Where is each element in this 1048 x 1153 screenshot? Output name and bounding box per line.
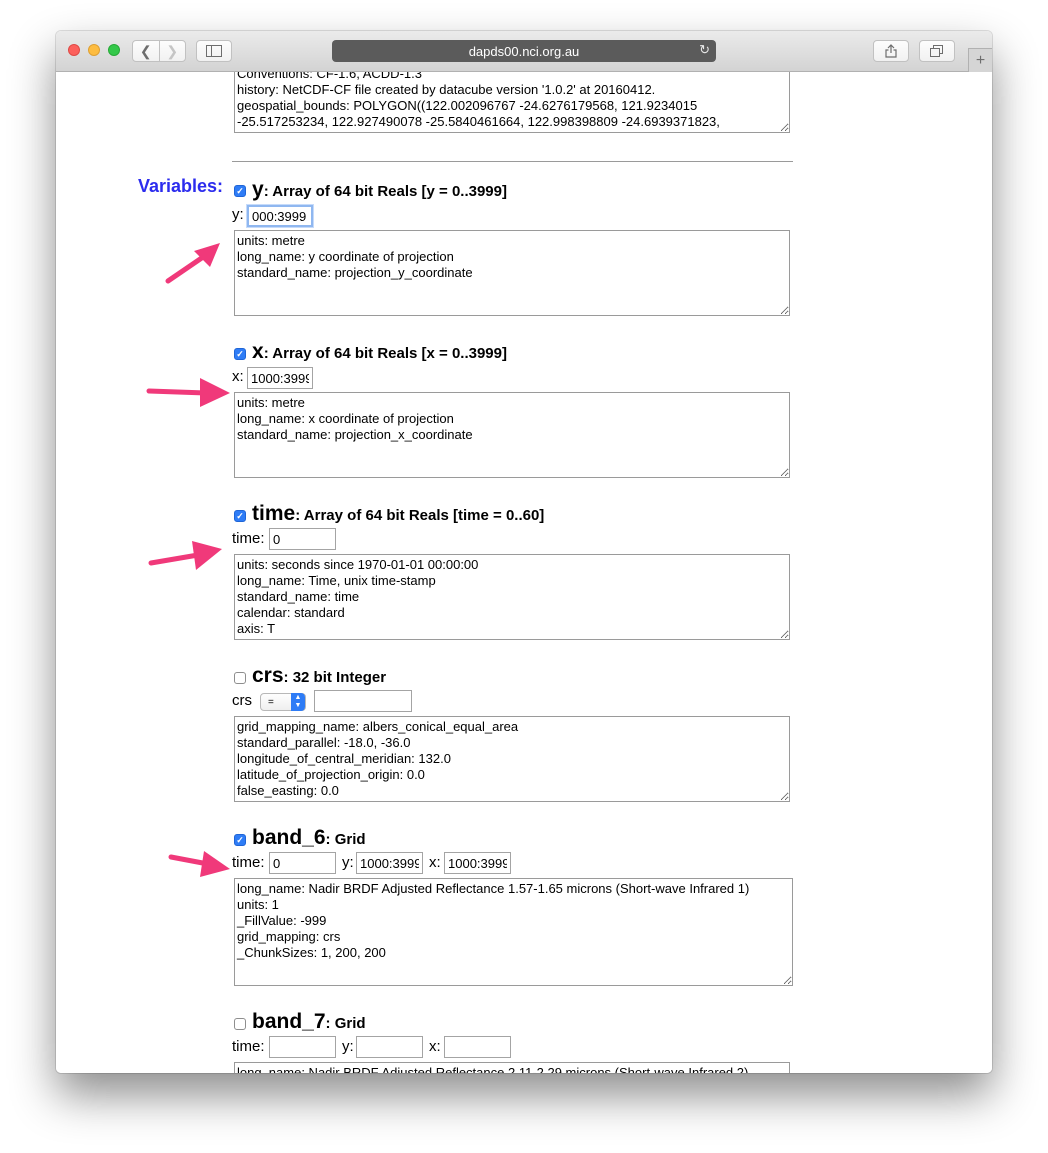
crs-value-input[interactable] [314, 690, 412, 712]
y-range-input[interactable] [247, 205, 313, 227]
minimize-window-button[interactable] [88, 44, 100, 56]
time-desc: : Array of 64 bit Reals [time = 0..60] [295, 507, 545, 524]
band-7-x-label: x: [429, 1038, 441, 1055]
address-bar[interactable]: dapds00.nci.org.au ↻ [332, 40, 716, 62]
crs-heading: crs: 32 bit Integer [252, 664, 386, 688]
time-attributes-textarea[interactable]: units: seconds since 1970-01-01 00:00:00… [234, 554, 790, 640]
global-attributes-textarea[interactable]: Conventions: CF-1.6, ACDD-1.3 history: N… [234, 72, 790, 133]
band-6-checkbox[interactable]: ✓ [234, 834, 246, 846]
tabs-icon [930, 45, 943, 57]
y-desc: : Array of 64 bit Reals [y = 0..3999] [263, 183, 507, 200]
divider [232, 161, 793, 162]
y-attributes-textarea[interactable]: units: metre long_name: y coordinate of … [234, 230, 790, 316]
band-6-y-input[interactable] [356, 852, 423, 874]
share-icon [885, 44, 897, 58]
y-name: y [252, 178, 264, 201]
band-6-y-label: y: [342, 854, 354, 871]
x-name: x [252, 340, 264, 363]
x-attributes-textarea[interactable]: units: metre long_name: x coordinate of … [234, 392, 790, 478]
band-7-y-input[interactable] [356, 1036, 423, 1058]
crs-checkbox[interactable] [234, 672, 246, 684]
forward-icon[interactable]: ❯ [160, 41, 186, 61]
sidebar-button[interactable] [196, 40, 232, 62]
crs-operator-select[interactable]: = ▲ ▼ [260, 693, 306, 711]
share-button[interactable] [873, 40, 909, 62]
browser-window: ❮ ❯ dapds00.nci.org.au ↻ + Conventions: … [56, 31, 992, 1073]
new-tab-button[interactable]: + [968, 48, 992, 72]
annotation-arrow-icon [146, 378, 230, 407]
y-field-label: y: [232, 206, 244, 223]
band-7-y-label: y: [342, 1038, 354, 1055]
band-7-x-input[interactable] [444, 1036, 511, 1058]
band-6-name: band_6 [252, 826, 326, 849]
band-7-attributes-textarea[interactable]: long_name: Nadir BRDF Adjusted Reflectan… [234, 1062, 790, 1073]
time-name: time [252, 502, 296, 525]
band-7-time-input[interactable] [269, 1036, 336, 1058]
x-desc: : Array of 64 bit Reals [x = 0..3999] [263, 345, 507, 362]
crs-operator-value: = [268, 696, 274, 708]
band-6-time-input[interactable] [269, 852, 336, 874]
url-text: dapds00.nci.org.au [468, 43, 580, 59]
band-6-x-input[interactable] [444, 852, 511, 874]
band-7-desc: : Grid [325, 1015, 366, 1032]
reload-icon[interactable]: ↻ [699, 42, 710, 58]
x-range-input[interactable] [247, 367, 313, 389]
band-7-checkbox[interactable] [234, 1018, 246, 1030]
band-7-name: band_7 [252, 1010, 326, 1033]
crs-name: crs [252, 664, 284, 687]
x-field-label: x: [232, 368, 244, 385]
annotation-arrow-icon [165, 243, 220, 284]
time-checkbox[interactable]: ✓ [234, 510, 246, 522]
tabs-overview-button[interactable] [919, 40, 955, 62]
back-icon[interactable]: ❮ [133, 41, 160, 61]
annotation-arrow-icon [168, 851, 230, 877]
plus-icon: + [975, 51, 986, 69]
crs-attributes-textarea[interactable]: grid_mapping_name: albers_conical_equal_… [234, 716, 790, 802]
close-window-button[interactable] [68, 44, 80, 56]
nav-buttons: ❮ ❯ [132, 40, 186, 62]
band-7-heading: band_7: Grid [252, 1010, 366, 1034]
page-content: Conventions: CF-1.6, ACDD-1.3 history: N… [56, 72, 992, 1073]
band-6-time-label: time: [232, 854, 265, 871]
band-6-x-label: x: [429, 854, 441, 871]
x-checkbox[interactable]: ✓ [234, 348, 246, 360]
band-6-heading: band_6: Grid [252, 826, 366, 850]
x-heading: x: Array of 64 bit Reals [x = 0..3999] [252, 340, 507, 364]
time-range-input[interactable] [269, 528, 336, 550]
variables-label: Variables: [138, 176, 224, 196]
time-field-label: time: [232, 530, 265, 547]
annotation-arrow-icon [148, 541, 222, 570]
band-6-desc: : Grid [325, 831, 366, 848]
time-heading: time: Array of 64 bit Reals [time = 0..6… [252, 502, 544, 526]
band-6-attributes-textarea[interactable]: long_name: Nadir BRDF Adjusted Reflectan… [234, 878, 793, 986]
crs-field-label: crs [232, 692, 252, 709]
crs-desc: : 32 bit Integer [283, 669, 387, 686]
sidebar-icon [206, 45, 222, 57]
title-bar: ❮ ❯ dapds00.nci.org.au ↻ + [56, 31, 992, 72]
select-arrows-icon: ▲ ▼ [291, 693, 305, 711]
zoom-window-button[interactable] [108, 44, 120, 56]
y-checkbox[interactable]: ✓ [234, 185, 246, 197]
y-heading: y: Array of 64 bit Reals [y = 0..3999] [252, 178, 507, 202]
band-7-time-label: time: [232, 1038, 265, 1055]
